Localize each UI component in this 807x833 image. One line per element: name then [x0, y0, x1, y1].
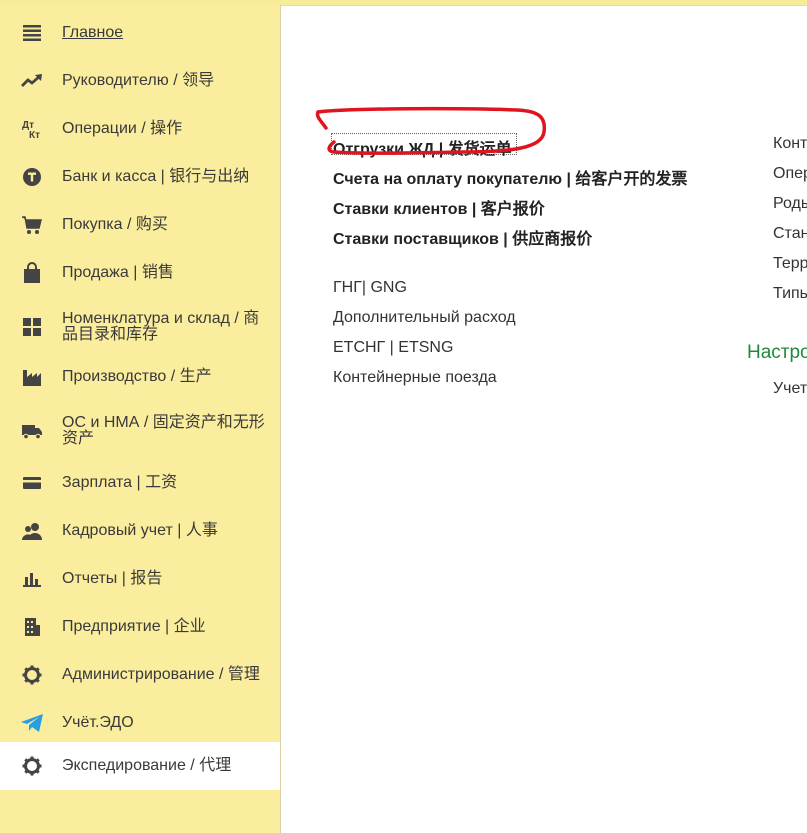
gear-icon: [20, 663, 44, 687]
telegram-plane-icon: [20, 711, 44, 735]
sidebar-item-label: Продажа | 销售: [62, 264, 174, 281]
link-right-1[interactable]: Опер: [773, 165, 807, 183]
sidebar-item-label: Покупка / 购买: [62, 216, 168, 233]
sidebar-item-label: Учёт.ЭДО: [62, 714, 134, 731]
sidebar-item-admin[interactable]: Администрирование / 管理: [0, 653, 280, 697]
red-annotation-ellipse: [315, 106, 547, 155]
sidebar-item-salary[interactable]: Зарплата | 工资: [0, 461, 280, 505]
content-divider: [281, 5, 807, 6]
hamburger-menu-icon: [20, 21, 44, 45]
shopping-bag-icon: [20, 261, 44, 285]
sidebar-item-main[interactable]: Главное: [0, 11, 280, 55]
bar-chart-icon: [20, 567, 44, 591]
sidebar-item-label: Предприятие | 企业: [62, 618, 206, 635]
link-additional-expense[interactable]: Дополнительный расход: [333, 309, 516, 327]
sidebar: Главное Руководителю / 领导 Дт Кт Операции …: [0, 5, 281, 833]
link-client-rates[interactable]: Ставки клиентов | 客户报价: [333, 195, 545, 219]
link-right-4[interactable]: Терр: [773, 255, 807, 273]
sidebar-item-enterprise[interactable]: Предприятие | 企业: [0, 605, 280, 649]
link-right-0[interactable]: Контр: [773, 135, 807, 153]
sidebar-item-forwarding[interactable]: Экспедирование / 代理: [0, 742, 280, 790]
link-gng[interactable]: ГНГ| GNG: [333, 279, 407, 297]
link-container-trains[interactable]: Контейнерные поезда: [333, 369, 497, 387]
sidebar-item-hr[interactable]: Кадровый учет | 人事: [0, 509, 280, 553]
settings-section-title: Настро: [747, 342, 807, 363]
sidebar-item-edo[interactable]: Учёт.ЭДО: [0, 701, 280, 745]
sidebar-item-production[interactable]: Производство / 生产: [0, 355, 280, 399]
people-icon: [20, 519, 44, 543]
link-right-3[interactable]: Стан: [773, 225, 807, 243]
debit-credit-icon: Дт Кт: [20, 117, 44, 141]
sidebar-item-purchase[interactable]: Покупка / 购买: [0, 203, 280, 247]
link-customer-invoices[interactable]: Счета на оплату покупателю | 给客户开的发票: [333, 165, 687, 189]
sidebar-item-bank[interactable]: Банк и касса | 银行与出纳: [0, 155, 280, 199]
sidebar-item-label: Операции / 操作: [62, 120, 183, 137]
sidebar-item-label: Экспедирование / 代理: [62, 757, 232, 774]
sidebar-item-label: Администрирование / 管理: [62, 666, 260, 683]
link-etsng[interactable]: ЕТСНГ | ETSNG: [333, 339, 453, 357]
gear-icon: [20, 754, 44, 778]
building-icon: [20, 615, 44, 639]
svg-text:Кт: Кт: [29, 130, 40, 140]
sidebar-item-label: Зарплата | 工资: [62, 474, 178, 491]
sidebar-item-label: Банк и касса | 银行与出纳: [62, 168, 250, 185]
sidebar-item-manager[interactable]: Руководителю / 领导: [0, 59, 280, 103]
sidebar-item-label: Кадровый учет | 人事: [62, 522, 218, 539]
sidebar-item-label: Руководителю / 领导: [62, 72, 215, 89]
coin-icon: [20, 165, 44, 189]
sidebar-item-label: Отчеты | 报告: [62, 570, 163, 587]
sidebar-item-label: Номенклатура и склад / 商品目录和库存: [62, 310, 260, 343]
sidebar-item-reports[interactable]: Отчеты | 报告: [0, 557, 280, 601]
sidebar-item-label: ОС и НМА / 固定资产和无形资产: [62, 414, 265, 447]
link-right-2[interactable]: Роды: [773, 195, 807, 213]
truck-icon: [20, 419, 44, 443]
link-settings-0[interactable]: Учет: [773, 380, 807, 398]
sidebar-item-label: Главное: [62, 24, 124, 41]
shopping-cart-icon: [20, 213, 44, 237]
sidebar-item-label: Производство / 生产: [62, 368, 212, 385]
sidebar-item-operations[interactable]: Дт Кт Операции / 操作: [0, 107, 280, 151]
warehouse-grid-icon: [20, 315, 44, 339]
sidebar-item-fixed-assets[interactable]: ОС и НМА / 固定资产和无形资产: [0, 403, 280, 459]
sidebar-item-inventory[interactable]: Номенклатура и склад / 商品目录和库存: [0, 299, 280, 355]
trend-up-icon: [20, 69, 44, 93]
link-supplier-rates[interactable]: Ставки поставщиков | 供应商报价: [333, 225, 592, 249]
link-right-5[interactable]: Типь: [773, 285, 807, 303]
sidebar-item-sales[interactable]: Продажа | 销售: [0, 251, 280, 295]
wallet-card-icon: [20, 471, 44, 495]
factory-icon: [20, 365, 44, 389]
